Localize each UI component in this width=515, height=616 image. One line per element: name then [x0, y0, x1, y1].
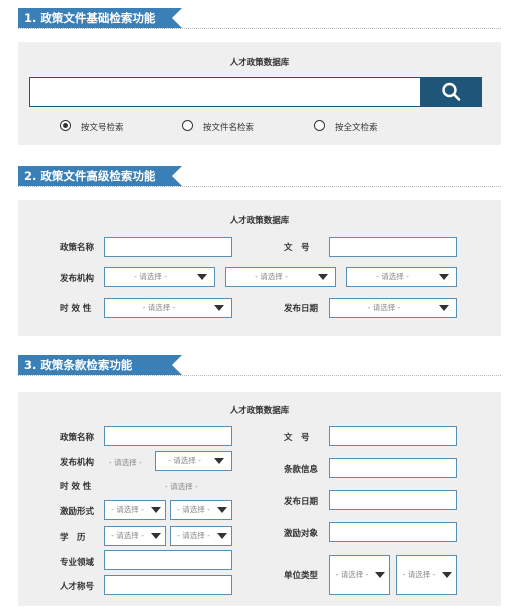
database-title: 人才政策数据库 [229, 406, 290, 416]
database-title: 人才政策数据库 [229, 58, 290, 68]
chevron-down-icon [217, 533, 227, 539]
clause-search-panel: 人才政策数据库 政策名称 发布机构 - 请选择 - - 请选择 - 时 效 性 … [18, 392, 501, 606]
education-label: 学 历 [60, 533, 86, 543]
unit-type-select-2[interactable]: - 请选择 - [396, 555, 457, 595]
section-2-divider [18, 186, 501, 187]
select-placeholder: - 请选择 - [168, 456, 201, 465]
search-icon [442, 82, 461, 101]
incentive-form-select-2[interactable]: - 请选择 - [170, 500, 232, 520]
publish-date-label: 发布日期 [284, 304, 319, 314]
field-label: 专业领域 [60, 558, 95, 568]
policy-name-label: 政策名称 [60, 433, 95, 443]
radio-label-file-name: 按文件名检索 [203, 123, 255, 133]
validity-label: 时 效 性 [60, 304, 92, 314]
chevron-down-icon [197, 274, 207, 280]
unit-type-select-1[interactable]: - 请选择 - [329, 555, 390, 595]
select-placeholder: - 请选择 - [134, 272, 167, 281]
select-placeholder: - 请选择 - [111, 505, 144, 514]
chevron-down-icon [217, 507, 227, 513]
validity-label: 时 效 性 [60, 482, 92, 492]
chevron-down-icon [318, 274, 328, 280]
publish-date-input[interactable] [329, 490, 457, 510]
advanced-search-panel: 人才政策数据库 政策名称 文 号 发布机构 - 请选择 - - 请选择 - - … [18, 200, 501, 336]
issuer-select-1[interactable]: - 请选择 - [104, 267, 215, 287]
policy-name-input[interactable] [104, 426, 232, 446]
chevron-down-icon [151, 507, 161, 513]
basic-search-input[interactable] [29, 77, 421, 107]
select-placeholder: - 请选择 - [335, 570, 369, 579]
radio-label-doc-number: 按文号检索 [81, 123, 124, 133]
doc-number-label: 文 号 [284, 243, 310, 253]
issuer-select-3[interactable]: - 请选择 - [346, 267, 457, 287]
issuer-select-1[interactable]: - 请选择 - [109, 457, 142, 468]
section-3-divider [18, 375, 501, 376]
unit-type-label: 单位类型 [284, 571, 319, 581]
select-placeholder: - 请选择 - [402, 570, 436, 579]
radio-by-doc-number[interactable] [60, 120, 71, 131]
clause-info-input[interactable] [329, 458, 457, 478]
section-1-divider [18, 28, 501, 29]
policy-name-input[interactable] [104, 237, 232, 257]
incentive-form-label: 激励形式 [60, 507, 95, 517]
database-title: 人才政策数据库 [229, 216, 290, 226]
radio-by-file-name[interactable] [182, 120, 193, 131]
basic-search-panel: 人才政策数据库 按文号检索 按文件名检索 按全文检索 [18, 42, 501, 145]
select-placeholder: - 请选择 - [111, 531, 144, 540]
publish-date-select[interactable]: - 请选择 - [329, 298, 457, 318]
education-select-1[interactable]: - 请选择 - [104, 526, 166, 546]
validity-select[interactable]: - 请选择 - [104, 298, 232, 318]
select-placeholder: - 请选择 - [177, 531, 210, 540]
incentive-target-label: 激励对象 [284, 529, 319, 539]
chevron-down-icon [214, 305, 224, 311]
incentive-target-input[interactable] [329, 522, 457, 542]
policy-name-label: 政策名称 [60, 243, 95, 253]
select-placeholder: - 请选择 - [376, 272, 409, 281]
doc-number-input[interactable] [329, 426, 457, 446]
section-2-title: 2. 政策文件高级检索功能 [18, 166, 182, 186]
clause-info-label: 条款信息 [284, 465, 319, 475]
incentive-form-select-1[interactable]: - 请选择 - [104, 500, 166, 520]
issuer-select-2[interactable]: - 请选择 - [155, 451, 232, 471]
chevron-down-icon [439, 305, 449, 311]
select-placeholder: - 请选择 - [142, 303, 176, 312]
chevron-down-icon [214, 458, 224, 464]
select-placeholder: - 请选择 - [177, 505, 210, 514]
doc-number-label: 文 号 [284, 433, 310, 443]
search-button[interactable] [421, 77, 482, 107]
select-placeholder: - 请选择 - [255, 272, 288, 281]
section-1-title: 1. 政策文件基础检索功能 [18, 8, 182, 28]
radio-label-full-text: 按全文检索 [335, 123, 378, 133]
talent-title-label: 人才称号 [60, 582, 95, 592]
issuer-select-2[interactable]: - 请选择 - [225, 267, 336, 287]
doc-number-input[interactable] [329, 237, 457, 257]
field-input[interactable] [104, 550, 232, 570]
publish-date-label: 发布日期 [284, 497, 319, 507]
issuer-label: 发布机构 [60, 458, 95, 468]
chevron-down-icon [442, 572, 452, 578]
chevron-down-icon [375, 572, 385, 578]
chevron-down-icon [151, 533, 161, 539]
section-3-title: 3. 政策条款检索功能 [18, 355, 182, 375]
radio-by-full-text[interactable] [314, 120, 325, 131]
chevron-down-icon [439, 274, 449, 280]
validity-select[interactable]: - 请选择 - [165, 481, 198, 492]
select-placeholder: - 请选择 - [367, 303, 401, 312]
issuer-label: 发布机构 [60, 274, 95, 284]
talent-title-input[interactable] [104, 575, 232, 595]
education-select-2[interactable]: - 请选择 - [170, 526, 232, 546]
